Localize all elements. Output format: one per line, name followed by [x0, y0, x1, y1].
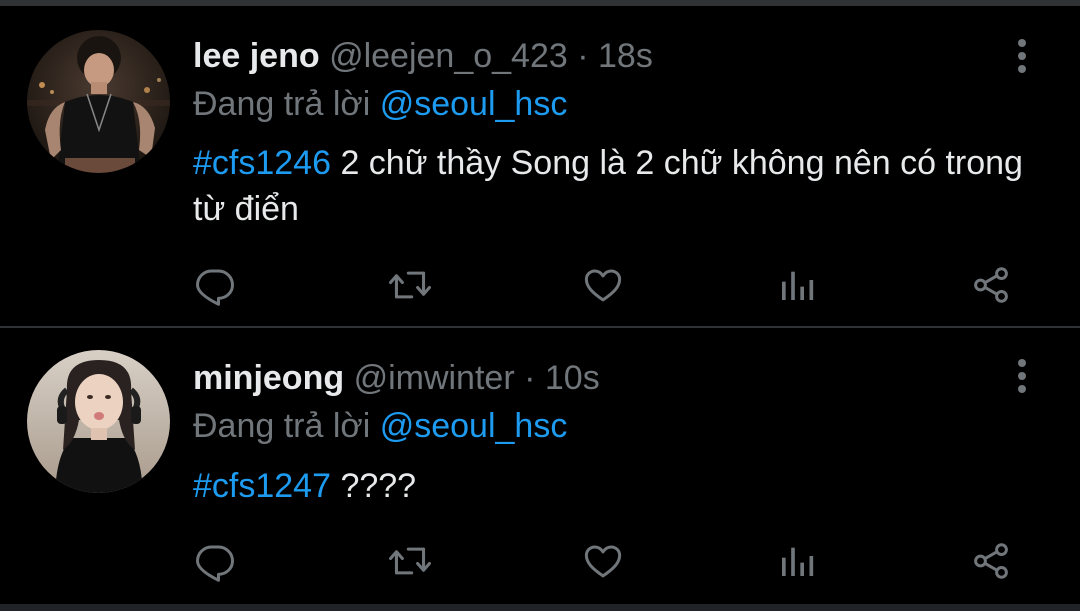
separator-dot: ·: [524, 359, 536, 397]
more-vertical-icon: [1018, 359, 1026, 393]
bottom-divider: [0, 604, 1080, 611]
tweet-actions: [0, 536, 1080, 586]
reply-button[interactable]: [190, 536, 240, 586]
views-button[interactable]: [772, 260, 822, 310]
reply-icon: [196, 269, 234, 306]
share-icon: [974, 543, 1008, 579]
display-name[interactable]: minjeong: [193, 359, 344, 397]
retweet-button[interactable]: [385, 260, 435, 310]
reply-button[interactable]: [190, 260, 240, 310]
retweet-button[interactable]: [385, 536, 435, 586]
analytics-icon: [782, 271, 814, 300]
hashtag-link[interactable]: #cfs1247: [193, 467, 331, 505]
hashtag-link[interactable]: #cfs1246: [193, 144, 331, 182]
tweet-header: lee jeno @leejen_o_423 · 18s: [193, 36, 653, 76]
avatar-photo-icon: [27, 350, 170, 493]
analytics-icon: [782, 547, 814, 576]
user-handle[interactable]: @imwinter: [354, 359, 515, 397]
avatar[interactable]: [27, 30, 170, 173]
like-button[interactable]: [578, 536, 628, 586]
avatar[interactable]: [27, 350, 170, 493]
tweet[interactable]: lee jeno @leejen_o_423 · 18s Đang trả lờ…: [0, 6, 1080, 326]
share-button[interactable]: [966, 536, 1016, 586]
reply-mention-link[interactable]: @seoul_hsc: [380, 407, 568, 445]
avatar-photo-icon: [27, 30, 170, 173]
more-vertical-icon: [1018, 39, 1026, 73]
replying-to: Đang trả lời @seoul_hsc: [193, 406, 567, 446]
more-options-button[interactable]: [1004, 36, 1040, 76]
timestamp[interactable]: 18s: [598, 37, 653, 75]
reply-icon: [196, 545, 234, 582]
like-button[interactable]: [578, 260, 628, 310]
reply-prefix: Đang trả lời: [193, 407, 371, 445]
reply-mention-link[interactable]: @seoul_hsc: [380, 85, 568, 123]
replying-to: Đang trả lời @seoul_hsc: [193, 84, 567, 124]
retweet-icon: [389, 547, 431, 575]
user-handle[interactable]: @leejen_o_423: [329, 37, 568, 75]
heart-icon: [584, 269, 622, 302]
tweet-header: minjeong @imwinter · 10s: [193, 358, 600, 398]
separator-dot: ·: [577, 37, 589, 75]
retweet-icon: [389, 271, 431, 299]
display-name[interactable]: lee jeno: [193, 37, 320, 75]
tweet[interactable]: minjeong @imwinter · 10s Đang trả lời @s…: [0, 328, 1080, 604]
tweet-actions: [0, 260, 1080, 310]
share-button[interactable]: [966, 260, 1016, 310]
share-icon: [974, 267, 1008, 303]
tweet-text: #cfs1246 2 chữ thầy Song là 2 chữ không …: [193, 140, 1053, 232]
views-button[interactable]: [772, 536, 822, 586]
tweet-text: #cfs1247 ????: [193, 463, 1053, 509]
tweet-body: ????: [331, 467, 417, 505]
reply-prefix: Đang trả lời: [193, 85, 371, 123]
timestamp[interactable]: 10s: [545, 359, 600, 397]
heart-icon: [584, 545, 622, 578]
more-options-button[interactable]: [1004, 356, 1040, 396]
